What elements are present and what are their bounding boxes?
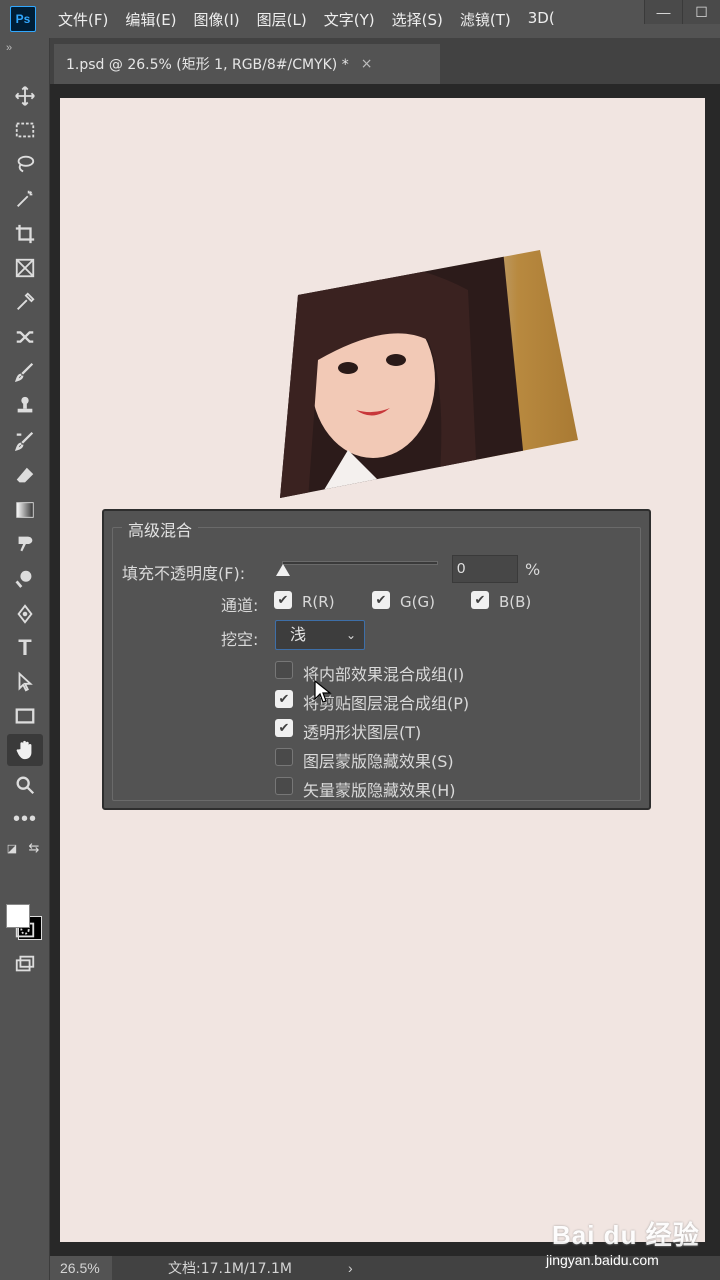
eyedropper-icon[interactable] — [7, 286, 43, 318]
baidu-jingyan-watermark: Bai du 经验 jingyan.baidu.com — [546, 1215, 720, 1268]
channel-b-label: B(B) — [499, 593, 532, 611]
fill-opacity-unit: % — [525, 560, 541, 579]
dodge-icon[interactable] — [7, 563, 43, 595]
watermark-brand: Bai du 经验 — [552, 1220, 700, 1250]
menu-edit[interactable]: 编辑(E) — [125, 9, 176, 30]
tools-panel: » T ••• ◪ ⇆ — [0, 38, 50, 1280]
advanced-blending-title: 高级混合 — [122, 517, 199, 541]
window-controls: — ☐ — [644, 0, 720, 24]
rectangle-icon[interactable] — [7, 700, 43, 732]
zoom-level[interactable]: 26.5% — [50, 1256, 112, 1280]
knockout-label: 挖空: — [221, 630, 259, 649]
fill-opacity-label: 填充不透明度(F): — [122, 564, 246, 583]
document-size-info: 文档:17.1M/17.1M — [168, 1261, 292, 1277]
channel-r-label: R(R) — [302, 593, 335, 611]
menu-image[interactable]: 图像(I) — [194, 9, 240, 30]
lasso-icon[interactable] — [7, 148, 43, 180]
history-brush-icon[interactable] — [7, 425, 43, 457]
option-vector-mask-hides-checkbox[interactable]: ✔ — [275, 777, 293, 795]
swap-colors-icon[interactable]: ⇆ — [24, 838, 44, 858]
smudge-icon[interactable] — [7, 528, 43, 560]
knockout-select[interactable]: 浅 ⌄ — [275, 620, 365, 650]
menu-select[interactable]: 选择(S) — [392, 9, 443, 30]
screen-mode-icon[interactable] — [7, 948, 43, 980]
move-icon[interactable] — [7, 80, 43, 112]
knockout-value: 浅 — [290, 625, 307, 644]
marquee-icon[interactable] — [7, 114, 43, 146]
frame-icon[interactable] — [7, 252, 43, 284]
document-tab[interactable]: 1.psd @ 26.5% (矩形 1, RGB/8#/CMYK) * × — [54, 44, 440, 84]
more-icon[interactable]: ••• — [7, 803, 43, 835]
document-tab-title: 1.psd @ 26.5% (矩形 1, RGB/8#/CMYK) * — [66, 57, 349, 73]
crop-icon[interactable] — [7, 218, 43, 250]
panel-grip[interactable]: » — [0, 38, 49, 58]
brush-icon[interactable] — [7, 356, 43, 388]
menu-bar: Ps 文件(F) 编辑(E) 图像(I) 图层(L) 文字(Y) 选择(S) 滤… — [0, 0, 720, 38]
channels-label: 通道: — [221, 596, 259, 615]
healing-icon[interactable] — [7, 321, 43, 353]
mouse-cursor-icon — [314, 680, 332, 703]
pen-icon[interactable] — [7, 598, 43, 630]
option-blend-interior-checkbox[interactable]: ✔ — [275, 661, 293, 679]
main-menu: 文件(F) 编辑(E) 图像(I) 图层(L) 文字(Y) 选择(S) 滤镜(T… — [58, 9, 572, 30]
fill-opacity-input[interactable]: 0 — [452, 555, 518, 583]
zoom-icon[interactable] — [7, 769, 43, 801]
watermark-site: jingyan.baidu.com — [546, 1252, 659, 1268]
eraser-icon[interactable] — [7, 460, 43, 492]
path-select-icon[interactable] — [7, 666, 43, 698]
channel-b-checkbox[interactable]: ✔ — [471, 591, 489, 609]
advanced-blending-panel: 高级混合 填充不透明度(F): 0 % 通道: ✔ R(R) ✔ G(G) ✔ … — [102, 509, 651, 810]
stamp-icon[interactable] — [7, 390, 43, 422]
option-transparency-shapes-label: 透明形状图层(T) — [303, 723, 422, 742]
status-menu-arrow[interactable]: › — [348, 1260, 353, 1276]
maximize-button[interactable]: ☐ — [682, 0, 720, 24]
hand-icon[interactable] — [7, 734, 43, 766]
option-vector-mask-hides-label: 矢量蒙版隐藏效果(H) — [303, 781, 456, 800]
menu-filter[interactable]: 滤镜(T) — [460, 9, 511, 30]
fill-opacity-slider-thumb[interactable] — [276, 564, 290, 576]
photoshop-logo: Ps — [10, 6, 36, 32]
option-blend-clipped-checkbox[interactable]: ✔ — [275, 690, 293, 708]
foreground-color-swatch[interactable] — [6, 904, 30, 928]
chevron-down-icon: ⌄ — [345, 628, 356, 642]
option-transparency-shapes-checkbox[interactable]: ✔ — [275, 719, 293, 737]
portrait-photo — [280, 250, 578, 498]
option-layer-mask-hides-checkbox[interactable]: ✔ — [275, 748, 293, 766]
channel-g-label: G(G) — [400, 593, 435, 611]
close-tab-icon[interactable]: × — [361, 56, 373, 72]
channel-g-checkbox[interactable]: ✔ — [372, 591, 390, 609]
menu-3d[interactable]: 3D( — [528, 9, 555, 30]
type-icon[interactable]: T — [7, 632, 43, 664]
default-colors-icon[interactable]: ◪ — [2, 838, 22, 858]
gradient-icon[interactable] — [7, 494, 43, 526]
channel-r-checkbox[interactable]: ✔ — [274, 591, 292, 609]
menu-layer[interactable]: 图层(L) — [257, 9, 307, 30]
magic-wand-icon[interactable] — [7, 183, 43, 215]
option-layer-mask-hides-label: 图层蒙版隐藏效果(S) — [303, 752, 454, 771]
document-tab-bar: 1.psd @ 26.5% (矩形 1, RGB/8#/CMYK) * × — [50, 38, 720, 84]
minimize-button[interactable]: — — [644, 0, 682, 24]
menu-file[interactable]: 文件(F) — [58, 9, 108, 30]
fill-opacity-slider[interactable] — [282, 561, 438, 565]
menu-type[interactable]: 文字(Y) — [324, 9, 375, 30]
